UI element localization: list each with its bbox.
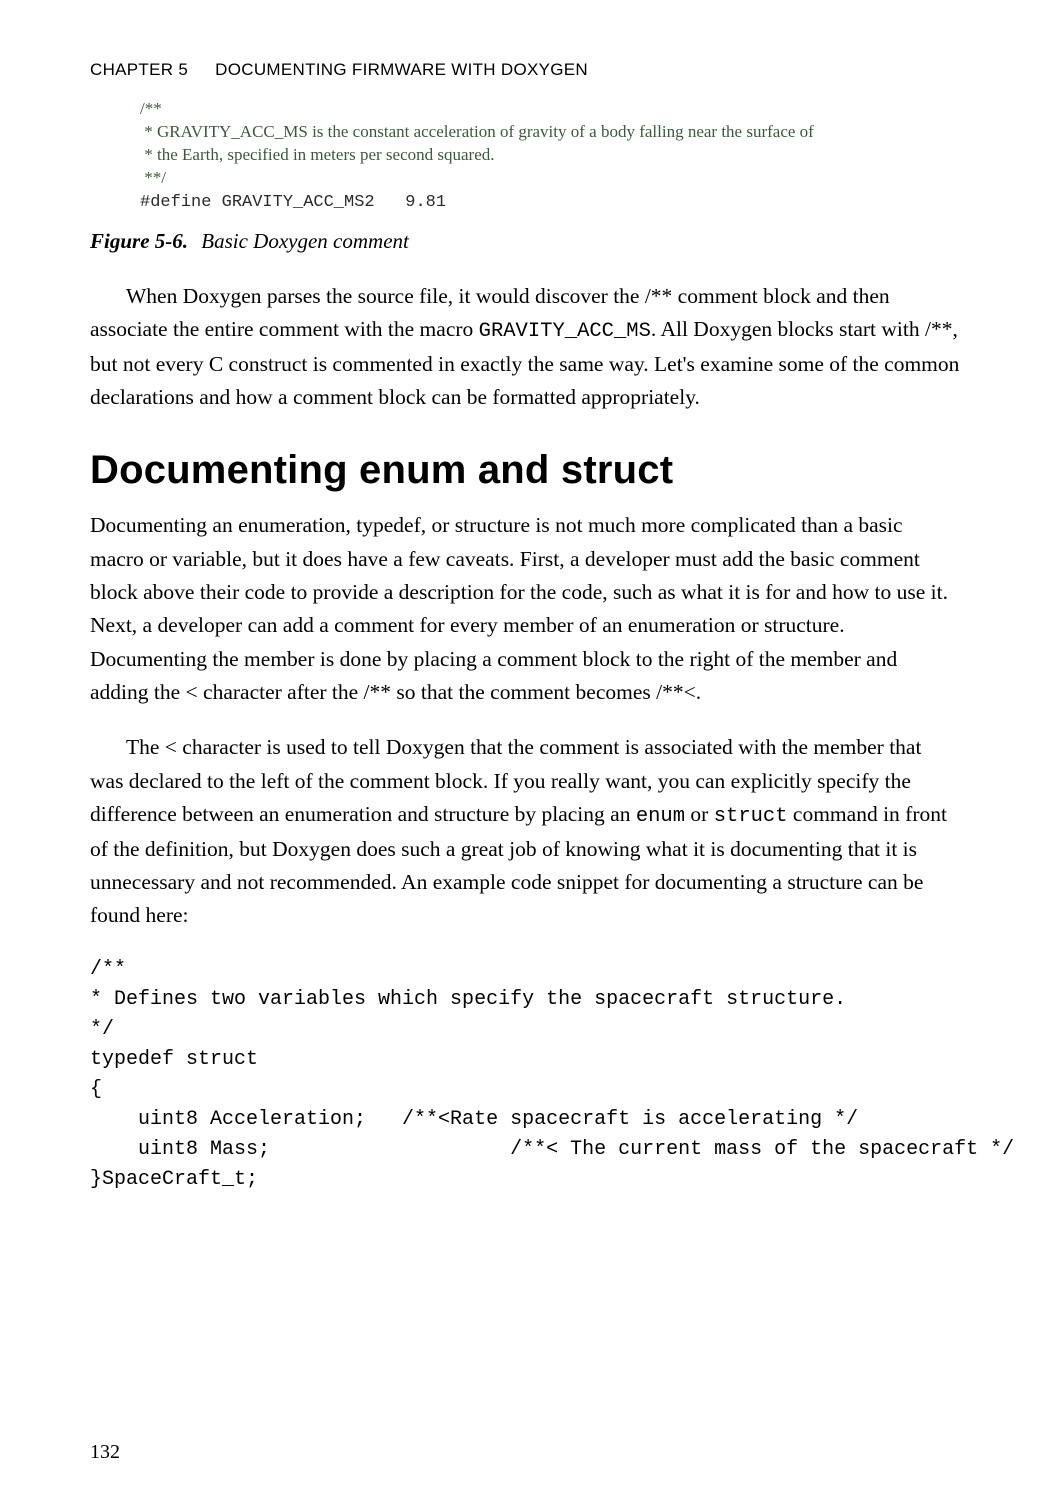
body-paragraph-2: Documenting an enumeration, typedef, or … xyxy=(90,509,960,709)
text-run: or xyxy=(685,802,714,826)
inline-code: struct xyxy=(714,805,788,828)
code-line: /** xyxy=(140,99,162,118)
figure-text: Basic Doxygen comment xyxy=(201,229,409,253)
page: Chapter 5 Documenting Firmware with Doxy… xyxy=(0,0,1050,1500)
figure-caption: Figure 5-6. Basic Doxygen comment xyxy=(90,229,960,254)
chapter-title: Documenting Firmware with Doxygen xyxy=(215,60,588,80)
body-paragraph-3: The < character is used to tell Doxygen … xyxy=(90,731,960,932)
code-line: * GRAVITY_ACC_MS is the constant acceler… xyxy=(140,122,814,141)
code-line: **/ xyxy=(140,168,166,187)
page-number: 132 xyxy=(90,1441,120,1464)
inline-code: GRAVITY_ACC_MS xyxy=(479,320,651,343)
figure-code-block: /** * GRAVITY_ACC_MS is the constant acc… xyxy=(140,98,940,215)
running-header: Chapter 5 Documenting Firmware with Doxy… xyxy=(90,60,960,80)
code-line: * the Earth, specified in meters per sec… xyxy=(140,145,495,164)
section-heading: Documenting enum and struct xyxy=(90,448,960,493)
inline-code: enum xyxy=(636,805,685,828)
code-line: #define GRAVITY_ACC_MS2 9.81 xyxy=(140,193,446,212)
chapter-label: Chapter 5 xyxy=(90,60,188,80)
code-block: /** * Defines two variables which specif… xyxy=(90,955,960,1195)
body-paragraph-1: When Doxygen parses the source file, it … xyxy=(90,280,960,415)
figure-label: Figure 5-6. xyxy=(90,229,188,253)
